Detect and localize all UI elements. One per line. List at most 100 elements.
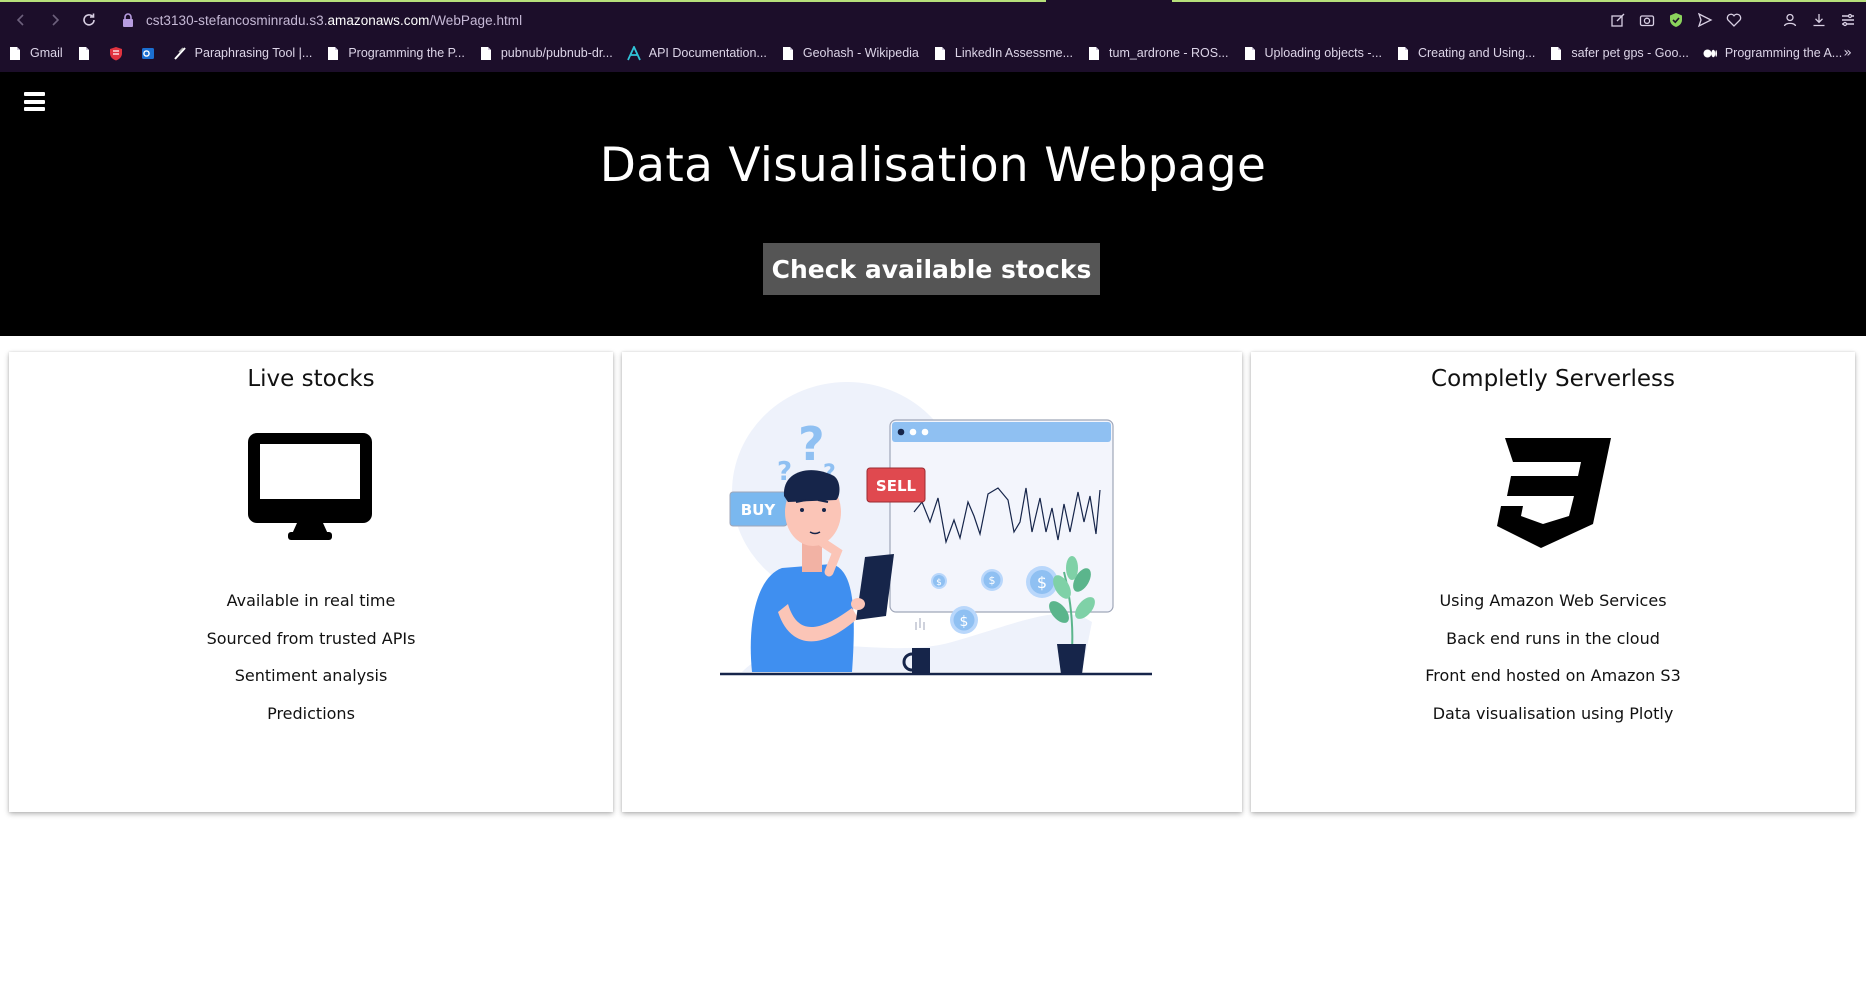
card-title: Completly Serverless xyxy=(1431,366,1675,392)
doc-icon xyxy=(1243,46,1257,61)
quill-icon xyxy=(173,46,187,61)
card-serverless: Completly Serverless Using Amazon Web Se… xyxy=(1251,352,1855,812)
edit-share-icon[interactable] xyxy=(1610,12,1626,28)
easy-setup-menu-icon[interactable] xyxy=(1840,12,1856,28)
doc-icon xyxy=(1396,46,1410,61)
vpn-shield-icon[interactable] xyxy=(1668,12,1684,28)
bookmark-item[interactable]: safer pet gps - Goo... xyxy=(1549,46,1689,61)
url-host: amazonaws.com xyxy=(327,12,430,28)
bookmark-label: Creating and Using... xyxy=(1417,46,1536,60)
send-icon[interactable] xyxy=(1697,12,1713,28)
css3-logo-icon xyxy=(1497,438,1611,548)
bookmark-label: Uploading objects -... xyxy=(1264,46,1382,60)
bookmark-item[interactable]: API Documentation... xyxy=(626,44,767,61)
card-illustration: $ $ $ $ ? ? ? BUY SELL xyxy=(622,352,1242,812)
a-logo-icon xyxy=(626,44,641,61)
camera-icon[interactable] xyxy=(1639,12,1655,28)
back-button[interactable] xyxy=(8,7,34,33)
toolbar-icons xyxy=(1610,3,1856,37)
bookmark-label: Gmail xyxy=(30,46,63,60)
browser-chrome: cst3130-stefancosminradu.s3.amazonaws.co… xyxy=(0,0,1866,72)
list-item: Predictions xyxy=(267,703,355,723)
feature-list: Using Amazon Web Services Back end runs … xyxy=(1251,582,1855,732)
chart-window: $ $ $ $ xyxy=(889,419,1114,634)
svg-text:BUY: BUY xyxy=(741,501,777,519)
bookmark-item[interactable]: pubnub/pubnub-dr... xyxy=(479,46,613,61)
page-header: Data Visualisation Webpage Check availab… xyxy=(0,72,1866,336)
list-item: Sentiment analysis xyxy=(234,666,388,685)
reload-icon xyxy=(83,13,95,26)
card-title: Live stocks xyxy=(247,366,375,392)
url-path: /WebPage.html xyxy=(429,12,523,28)
list-item: Back end runs in the cloud xyxy=(1446,628,1660,648)
list-item: Front end hosted on Amazon S3 xyxy=(1425,666,1681,685)
bookmark-item[interactable]: Creating and Using... xyxy=(1396,46,1535,61)
bookmark-item[interactable] xyxy=(109,46,131,61)
bookmark-label: Programming the P... xyxy=(348,46,465,60)
hamburger-line xyxy=(24,107,45,111)
hamburger-line xyxy=(24,99,45,104)
bookmarks-overflow-button[interactable]: » xyxy=(1843,45,1852,61)
list-item: Available in real time xyxy=(226,591,396,610)
bookmark-item[interactable] xyxy=(77,46,99,61)
coin: $ xyxy=(950,606,978,634)
svg-text:SELL: SELL xyxy=(876,477,917,495)
doc-icon xyxy=(326,46,340,61)
bookmark-label: Programming the A... xyxy=(1724,46,1843,60)
desktop-monitor-icon xyxy=(248,433,372,540)
lock-icon[interactable] xyxy=(122,13,134,27)
bookmark-item[interactable]: LinkedIn Assessme... xyxy=(933,46,1073,61)
bookmark-label: Geohash - Wikipedia xyxy=(802,46,919,60)
bookmark-item[interactable]: Programming the P... xyxy=(326,46,465,61)
address-bar-row: cst3130-stefancosminradu.s3.amazonaws.co… xyxy=(0,3,1866,37)
svg-text:?: ? xyxy=(798,417,825,471)
svg-text:$: $ xyxy=(989,574,996,587)
medium-icon xyxy=(1703,46,1717,61)
svg-text:$: $ xyxy=(936,578,942,588)
doc-icon xyxy=(933,46,947,61)
hamburger-menu-icon[interactable] xyxy=(24,92,45,111)
url-prefix: cst3130-stefancosminradu.s3. xyxy=(146,12,328,28)
shield-icon xyxy=(109,46,123,61)
bookmark-item[interactable] xyxy=(141,46,163,61)
reload-button[interactable] xyxy=(76,7,102,33)
bookmark-item[interactable]: Gmail xyxy=(8,46,63,61)
card-live-stocks: Live stocks Available in real time Sourc… xyxy=(9,352,613,812)
bookmarks-bar: Gmail Paraphrasing Tool |... Programming t… xyxy=(0,40,1866,66)
svg-text:$: $ xyxy=(960,614,969,630)
doc-icon xyxy=(1087,46,1101,61)
doc-icon xyxy=(1549,46,1563,61)
bookmark-item[interactable]: tum_ardrone - ROS... xyxy=(1087,46,1229,61)
bookmark-label: pubnub/pubnub-dr... xyxy=(500,46,613,60)
heart-icon[interactable] xyxy=(1726,12,1742,28)
doc-icon xyxy=(77,46,91,61)
check-stocks-button[interactable]: Check available stocks xyxy=(763,243,1100,295)
bookmark-item[interactable]: Paraphrasing Tool |... xyxy=(173,46,313,61)
coin: $ xyxy=(931,573,947,589)
bookmark-label: tum_ardrone - ROS... xyxy=(1109,46,1229,60)
sell-tag: SELL xyxy=(866,467,926,503)
list-item: Data visualisation using Plotly xyxy=(1432,703,1674,723)
bookmark-item[interactable]: Programming the A... xyxy=(1703,46,1842,61)
list-item: Using Amazon Web Services xyxy=(1439,591,1667,610)
svg-text:$: $ xyxy=(1037,573,1047,592)
bookmark-label: API Documentation... xyxy=(648,46,767,60)
bookmark-item[interactable]: Uploading objects -... xyxy=(1243,46,1382,61)
coin: $ xyxy=(981,569,1003,591)
bookmark-label: Paraphrasing Tool |... xyxy=(194,46,313,60)
forward-button[interactable] xyxy=(42,7,68,33)
download-icon[interactable] xyxy=(1811,12,1827,28)
doc-icon xyxy=(479,46,493,61)
feature-list: Available in real time Sourced from trus… xyxy=(9,582,613,732)
outlook-icon xyxy=(141,46,155,61)
doc-icon xyxy=(8,46,22,61)
bookmark-item[interactable]: Geohash - Wikipedia xyxy=(781,46,919,61)
page-title: Data Visualisation Webpage xyxy=(599,138,1267,193)
profile-icon[interactable] xyxy=(1782,12,1798,28)
url-field[interactable]: cst3130-stefancosminradu.s3.amazonaws.co… xyxy=(146,13,522,28)
back-arrow-icon xyxy=(16,14,24,26)
doc-icon xyxy=(781,46,795,61)
bookmark-label: safer pet gps - Goo... xyxy=(1571,46,1689,60)
page-load-progress xyxy=(0,0,1046,2)
list-item: Sourced from trusted APIs xyxy=(206,628,416,648)
